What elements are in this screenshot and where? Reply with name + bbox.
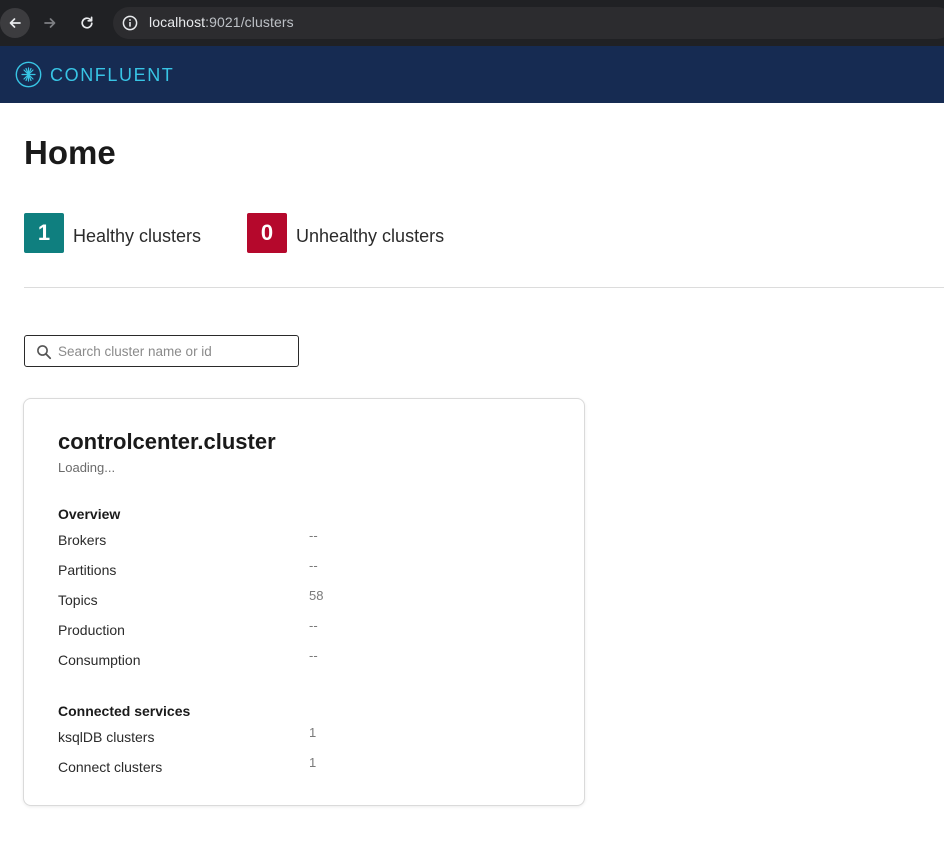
overview-value-partitions: -- — [309, 558, 318, 573]
healthy-clusters-label: Healthy clusters — [73, 225, 202, 246]
reload-button[interactable] — [72, 8, 102, 38]
url-path: :9021/clusters — [205, 14, 294, 30]
page-title: Home — [24, 134, 116, 171]
unhealthy-clusters-label: Unhealthy clusters — [296, 225, 445, 246]
info-icon[interactable] — [121, 14, 139, 32]
service-value-ksqldb: 1 — [309, 725, 317, 740]
url-text[interactable]: localhost:9021/clusters — [149, 14, 294, 30]
overview-label-brokers: Brokers — [58, 532, 107, 548]
cluster-card[interactable]: controlcenter.cluster Loading... Overvie… — [23, 398, 585, 806]
healthy-clusters-stat[interactable]: 1 Healthy clusters — [24, 213, 201, 253]
overview-label-topics: Topics — [58, 592, 98, 608]
overview-value-brokers: -- — [309, 528, 318, 543]
connected-services-heading: Connected services — [58, 703, 191, 719]
address-bar[interactable]: localhost:9021/clusters — [113, 7, 944, 39]
unhealthy-clusters-stat[interactable]: 0 Unhealthy clusters — [247, 213, 444, 253]
overview-value-consumption: -- — [309, 648, 318, 663]
search-icon — [37, 345, 52, 360]
url-host: localhost — [149, 14, 206, 30]
forward-button[interactable] — [35, 8, 65, 38]
unhealthy-count-badge: 0 — [247, 213, 287, 253]
confluent-logo-icon[interactable] — [15, 61, 42, 88]
overview-heading: Overview — [58, 506, 121, 522]
healthy-count-badge: 1 — [24, 213, 64, 253]
service-value-connect: 1 — [309, 755, 317, 770]
overview-label-partitions: Partitions — [58, 562, 117, 578]
arrow-right-icon — [44, 18, 56, 28]
cluster-search[interactable] — [24, 335, 299, 367]
service-label-connect: Connect clusters — [58, 759, 163, 775]
overview-label-production: Production — [58, 622, 125, 638]
app-header: CONFLUENT — [0, 46, 944, 103]
service-label-ksqldb: ksqlDB clusters — [58, 729, 155, 745]
cluster-name[interactable]: controlcenter.cluster — [58, 429, 276, 455]
divider — [24, 287, 944, 288]
cluster-status: Loading... — [58, 460, 116, 475]
browser-toolbar: localhost:9021/clusters — [0, 0, 944, 46]
arrow-left-icon — [9, 18, 21, 28]
overview-label-consumption: Consumption — [58, 652, 141, 668]
search-input[interactable] — [58, 340, 294, 362]
overview-value-topics: 58 — [309, 588, 324, 603]
reload-icon — [81, 16, 93, 29]
brand-wordmark[interactable]: CONFLUENT — [50, 65, 174, 86]
overview-value-production: -- — [309, 618, 318, 633]
back-button[interactable] — [0, 8, 30, 38]
